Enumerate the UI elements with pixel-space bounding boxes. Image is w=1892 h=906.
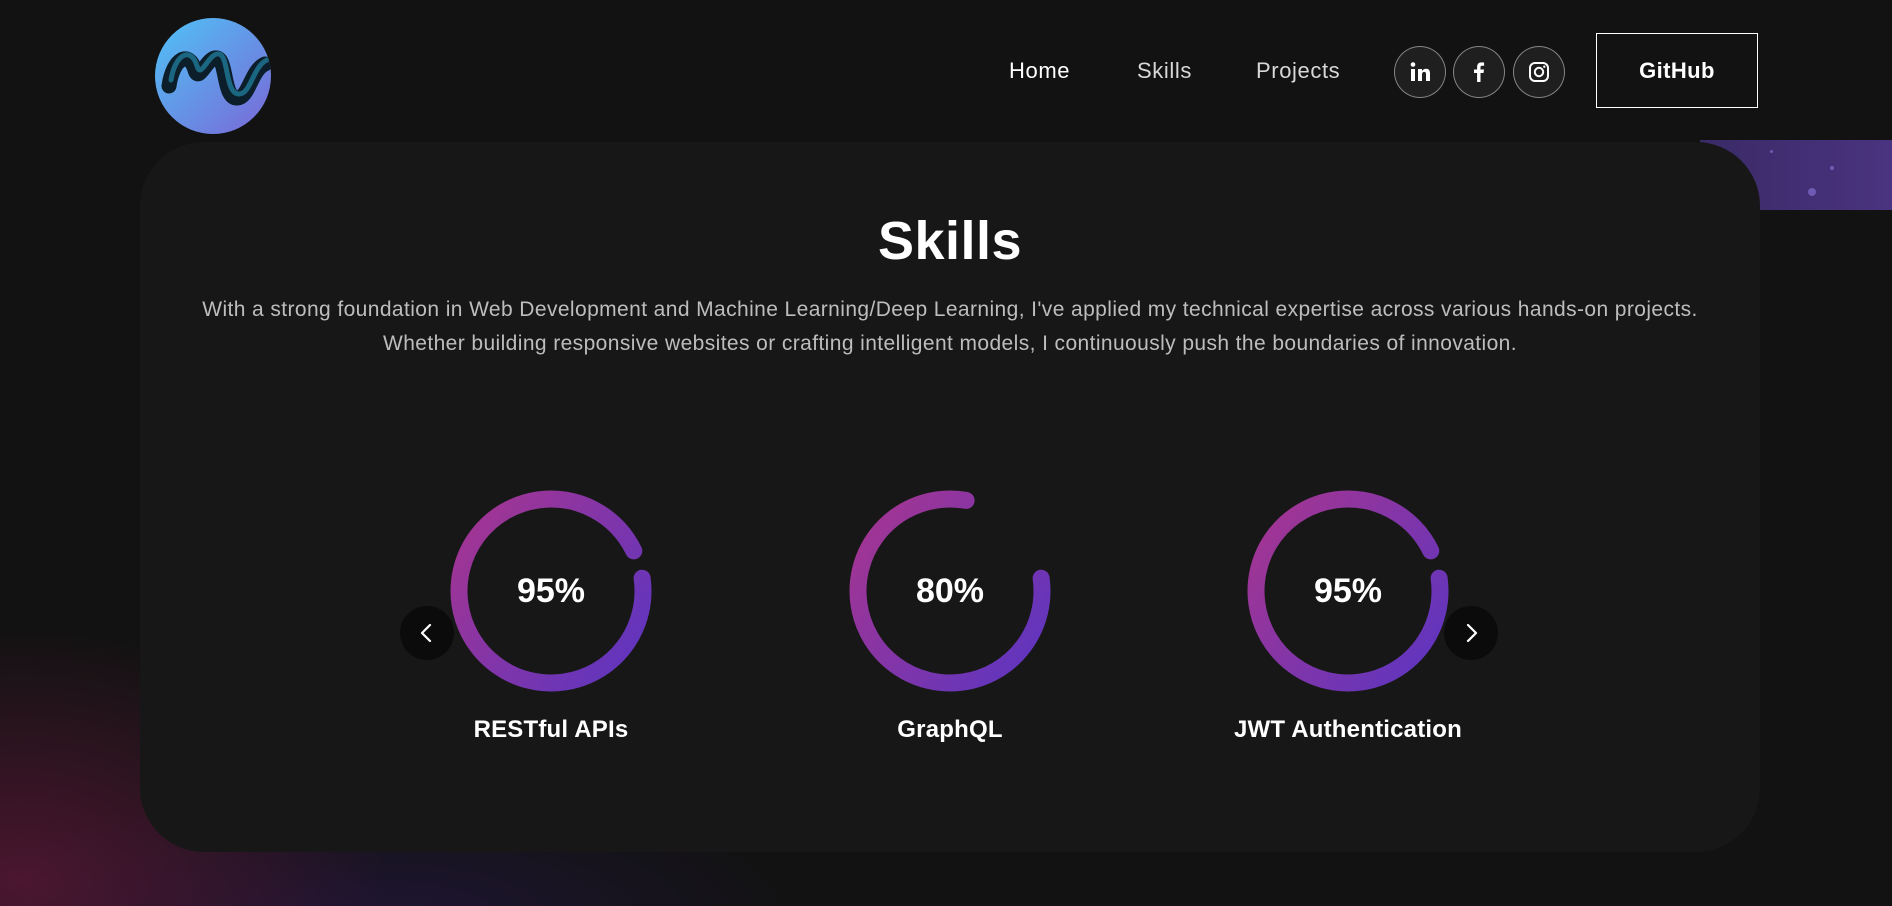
skill-label: GraphQL [897,716,1003,743]
skill-item: 95% JWT Authentication [1208,486,1488,744]
progress-ring: 95% [1243,486,1453,696]
linkedin-icon [1410,62,1430,81]
skill-percent: 80% [915,571,985,610]
github-button[interactable]: GitHub [1596,33,1758,108]
navbar: Home Skills Projects GitHub [0,0,1892,144]
nav-projects-link[interactable]: Projects [1256,58,1340,84]
skill-item: 95% RESTful APIs [411,486,691,744]
skill-percent: 95% [516,571,586,610]
nav-home-link[interactable]: Home [1009,58,1070,84]
nav-skills-link[interactable]: Skills [1137,58,1192,84]
skill-label: RESTful APIs [473,716,629,743]
skill-label: JWT Authentication [1233,716,1463,743]
linkedin-button[interactable] [1394,46,1446,98]
site-logo[interactable] [155,18,271,134]
skill-percent: 95% [1313,571,1383,610]
logo-wave-icon [161,50,271,106]
facebook-icon [1474,62,1485,82]
chevron-right-icon [1466,623,1478,643]
skill-item: 80% GraphQL [810,486,1090,744]
skills-section: Skills With a strong foundation in Web D… [140,142,1760,852]
carousel-next-button[interactable] [1444,606,1498,660]
facebook-button[interactable] [1453,46,1505,98]
instagram-button[interactable] [1513,46,1565,98]
skills-title: Skills [877,211,1023,271]
skills-description: With a strong foundation in Web Developm… [202,298,1698,355]
progress-ring: 95% [446,486,656,696]
instagram-icon [1529,62,1549,82]
progress-ring: 80% [845,486,1055,696]
